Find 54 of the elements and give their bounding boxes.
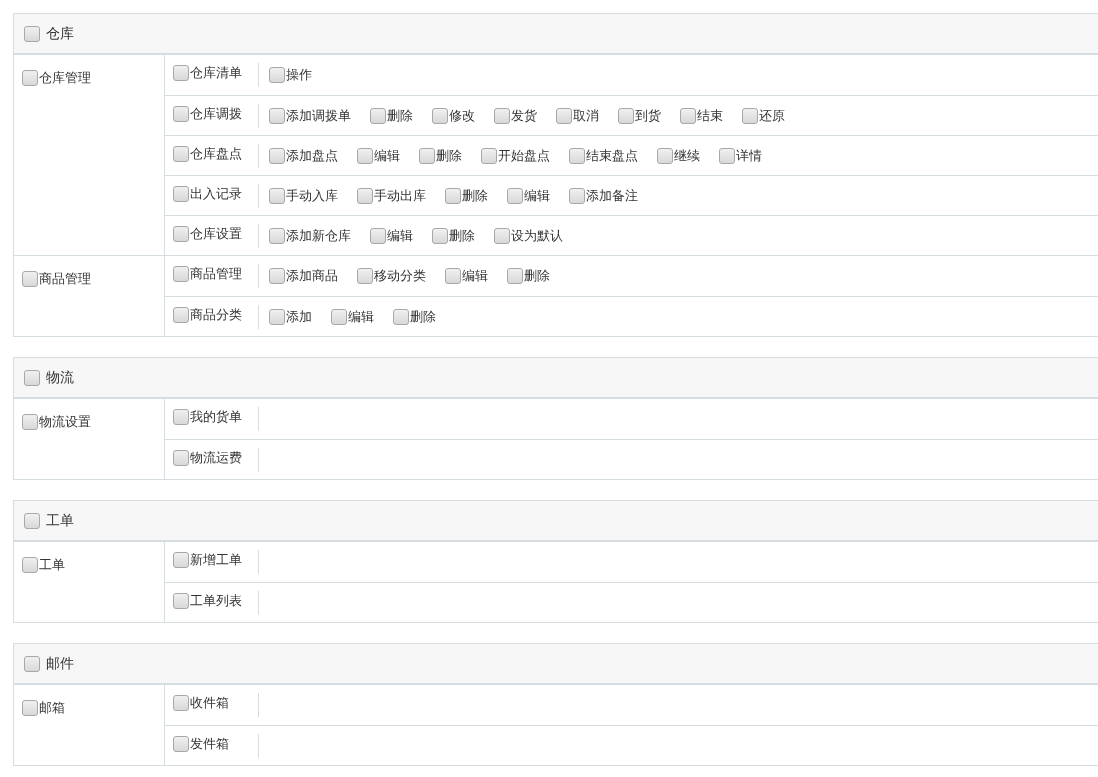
page-checkbox[interactable]: 商品分类 xyxy=(173,304,242,325)
action-checkbox[interactable]: 修改 xyxy=(432,105,475,126)
action-checkbox[interactable]: 删除 xyxy=(445,185,488,206)
section-checkbox[interactable]: 工单 xyxy=(24,510,74,531)
action-checkbox[interactable]: 添加调拨单 xyxy=(269,105,351,126)
action-checkbox[interactable]: 删除 xyxy=(393,306,436,327)
action-checkbox[interactable]: 添加盘点 xyxy=(269,145,338,166)
action-checkbox[interactable]: 手动入库 xyxy=(269,185,338,206)
section-checkbox[interactable]: 邮件 xyxy=(24,653,74,674)
action-checkbox[interactable]: 详情 xyxy=(719,145,762,166)
action-checkbox[interactable]: 删除 xyxy=(432,225,475,246)
action-checkbox[interactable]: 到货 xyxy=(618,105,661,126)
page-checkbox[interactable]: 仓库盘点 xyxy=(173,143,242,164)
page-checkbox[interactable]: 仓库设置 xyxy=(173,223,242,244)
group-checkbox[interactable]: 仓库管理 xyxy=(22,68,91,88)
action-checkbox[interactable]: 编辑 xyxy=(507,185,550,206)
action-checkbox[interactable]: 设为默认 xyxy=(494,225,563,246)
action-checkbox[interactable]: 编辑 xyxy=(331,306,374,327)
action-checkbox[interactable]: 添加备注 xyxy=(569,185,638,206)
page-checkbox[interactable]: 物流运费 xyxy=(173,447,242,468)
action-checkbox[interactable]: 结束盘点 xyxy=(569,145,638,166)
action-checkbox[interactable]: 结束 xyxy=(680,105,723,126)
action-checkbox[interactable]: 编辑 xyxy=(357,145,400,166)
page-checkbox[interactable]: 仓库调拨 xyxy=(173,103,242,124)
section-checkbox[interactable]: 仓库 xyxy=(24,23,74,44)
action-checkbox[interactable]: 删除 xyxy=(419,145,462,166)
page-checkbox[interactable]: 仓库清单 xyxy=(173,63,242,83)
page-checkbox[interactable]: 收件箱 xyxy=(173,693,229,713)
page-checkbox[interactable]: 新增工单 xyxy=(173,550,242,570)
action-checkbox[interactable]: 编辑 xyxy=(445,266,488,286)
action-checkbox[interactable]: 删除 xyxy=(370,105,413,126)
group-checkbox[interactable]: 商品管理 xyxy=(22,269,91,289)
action-checkbox[interactable]: 移动分类 xyxy=(357,266,426,286)
action-checkbox[interactable]: 操作 xyxy=(269,65,312,85)
action-checkbox[interactable]: 手动出库 xyxy=(357,185,426,206)
action-checkbox[interactable]: 开始盘点 xyxy=(481,145,550,166)
group-checkbox[interactable]: 邮箱 xyxy=(22,698,65,718)
action-checkbox[interactable]: 添加商品 xyxy=(269,266,338,286)
action-checkbox[interactable]: 继续 xyxy=(657,145,700,166)
action-checkbox[interactable]: 编辑 xyxy=(370,225,413,246)
page-checkbox[interactable]: 工单列表 xyxy=(173,590,242,611)
group-checkbox[interactable]: 物流设置 xyxy=(22,412,91,432)
group-checkbox[interactable]: 工单 xyxy=(22,555,65,575)
action-checkbox[interactable]: 添加 xyxy=(269,306,312,327)
page-checkbox[interactable]: 出入记录 xyxy=(173,183,242,204)
page-checkbox[interactable]: 我的货单 xyxy=(173,407,242,427)
action-checkbox[interactable]: 还原 xyxy=(742,105,785,126)
action-checkbox[interactable]: 删除 xyxy=(507,266,550,286)
action-checkbox[interactable]: 添加新仓库 xyxy=(269,225,351,246)
section-checkbox[interactable]: 物流 xyxy=(24,367,74,388)
page-checkbox[interactable]: 商品管理 xyxy=(173,264,242,284)
page-checkbox[interactable]: 发件箱 xyxy=(173,733,229,754)
action-checkbox[interactable]: 发货 xyxy=(494,105,537,126)
action-checkbox[interactable]: 取消 xyxy=(556,105,599,126)
